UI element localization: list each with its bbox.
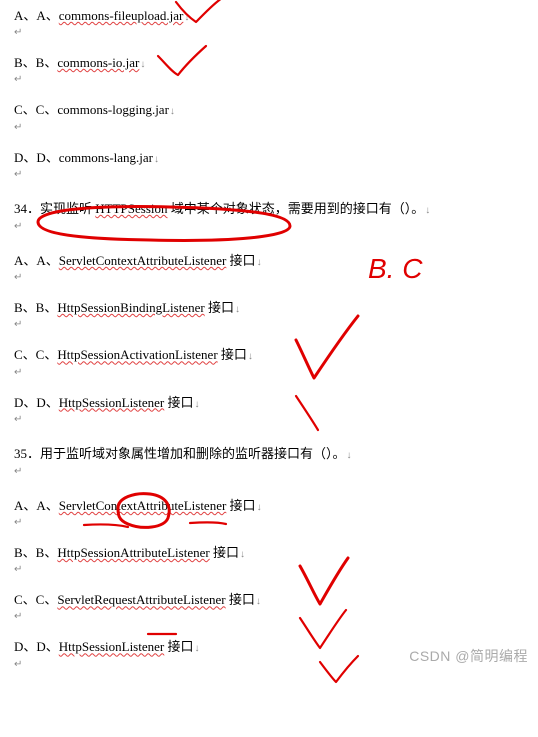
option-line: C、C、ServletRequestAttributeListener 接口↓ bbox=[14, 591, 538, 609]
return-mark: ↵ bbox=[14, 563, 538, 577]
option-prefix: C、C、 bbox=[14, 347, 57, 362]
question-number: 34． bbox=[14, 201, 40, 216]
down-arrow: ↓ bbox=[256, 596, 261, 607]
option-prefix: D、D、 bbox=[14, 395, 59, 410]
option-suffix: 接口 bbox=[164, 395, 193, 410]
return-mark: ↵ bbox=[14, 413, 538, 427]
return-mark: ↵ bbox=[14, 516, 538, 530]
option-link: ServletContextAttributeListener bbox=[59, 253, 227, 268]
option-prefix: B、B、 bbox=[14, 55, 57, 70]
return-mark: ↵ bbox=[14, 220, 538, 234]
down-arrow: ↓ bbox=[170, 106, 175, 117]
option-link: HttpSessionListener bbox=[59, 395, 164, 410]
option-prefix: C、C、 bbox=[14, 592, 57, 607]
question-keyword: HTTPSession bbox=[95, 201, 167, 216]
return-mark: ↵ bbox=[14, 271, 538, 285]
option-suffix: 接口 bbox=[164, 639, 193, 654]
option-line: C、C、commons-logging.jar↓ bbox=[14, 101, 538, 119]
return-mark: ↵ bbox=[14, 26, 538, 40]
return-mark: ↵ bbox=[14, 73, 538, 87]
down-arrow: ↓ bbox=[240, 549, 245, 560]
question-35: 35．用于监听域对象属性增加和删除的监听器接口有（）。↓ bbox=[14, 445, 538, 463]
option-suffix: 接口 bbox=[226, 498, 255, 513]
question-text-pre: 实现监听 bbox=[40, 201, 95, 216]
option-text: commons-fileupload.jar bbox=[59, 8, 184, 23]
down-arrow: ↓ bbox=[248, 351, 253, 362]
option-prefix: D、D、 bbox=[14, 150, 59, 165]
option-prefix: A、A、 bbox=[14, 8, 59, 23]
question-text-post: 域中某个对象状态，需要用到的接口有（）。 bbox=[168, 201, 425, 216]
option-line: B、B、HttpSessionBindingListener 接口↓ bbox=[14, 299, 538, 317]
option-prefix: A、A、 bbox=[14, 253, 59, 268]
option-line: B、B、commons-io.jar↓ bbox=[14, 54, 538, 72]
return-mark: ↵ bbox=[14, 465, 538, 479]
option-text: commons-lang.jar bbox=[59, 150, 153, 165]
option-line: D、D、HttpSessionListener 接口↓ bbox=[14, 394, 538, 412]
down-arrow: ↓ bbox=[235, 304, 240, 315]
option-text: commons-io.jar bbox=[57, 55, 139, 70]
question-number: 35． bbox=[14, 446, 40, 461]
return-mark: ↵ bbox=[14, 318, 538, 332]
return-mark: ↵ bbox=[14, 168, 538, 182]
option-suffix: 接口 bbox=[226, 592, 255, 607]
down-arrow: ↓ bbox=[194, 399, 199, 410]
option-line: A、A、ServletContextAttributeListener 接口↓ bbox=[14, 252, 538, 270]
option-prefix: B、B、 bbox=[14, 300, 57, 315]
down-arrow: ↓ bbox=[140, 59, 145, 70]
option-link: HttpSessionBindingListener bbox=[57, 300, 204, 315]
option-prefix: B、B、 bbox=[14, 545, 57, 560]
option-suffix: 接口 bbox=[210, 545, 239, 560]
down-arrow: ↓ bbox=[257, 502, 262, 513]
down-arrow: ↓ bbox=[194, 643, 199, 654]
option-link: HttpSessionAttributeListener bbox=[57, 545, 209, 560]
return-mark: ↵ bbox=[14, 121, 538, 135]
down-arrow: ↓ bbox=[154, 154, 159, 165]
watermark: CSDN @简明编程 bbox=[409, 646, 528, 666]
return-mark: ↵ bbox=[14, 610, 538, 624]
option-suffix: 接口 bbox=[218, 347, 247, 362]
option-link: HttpSessionActivationListener bbox=[57, 347, 217, 362]
question-34: 34．实现监听 HTTPSession 域中某个对象状态，需要用到的接口有（）。… bbox=[14, 200, 538, 218]
option-link: ServletRequestAttributeListener bbox=[57, 592, 225, 607]
option-line: A、A、ServletContextAttributeListener 接口↓ bbox=[14, 497, 538, 515]
option-link: ServletContextAttributeListener bbox=[59, 498, 227, 513]
down-arrow: ↓ bbox=[257, 257, 262, 268]
down-arrow: ↓ bbox=[347, 450, 352, 461]
option-text: commons-logging.jar bbox=[57, 102, 169, 117]
option-line: B、B、HttpSessionAttributeListener 接口↓ bbox=[14, 544, 538, 562]
return-mark: ↵ bbox=[14, 366, 538, 380]
down-arrow: ↓ bbox=[425, 205, 430, 216]
option-line: C、C、HttpSessionActivationListener 接口↓ bbox=[14, 346, 538, 364]
option-prefix: A、A、 bbox=[14, 498, 59, 513]
option-line: D、D、commons-lang.jar↓ bbox=[14, 149, 538, 167]
document-content: A、A、commons-fileupload.jar↓ ↵ B、B、common… bbox=[0, 0, 538, 672]
option-link: HttpSessionListener bbox=[59, 639, 164, 654]
option-prefix: C、C、 bbox=[14, 102, 57, 117]
option-suffix: 接口 bbox=[226, 253, 255, 268]
down-arrow: ↓ bbox=[184, 12, 189, 23]
question-text: 用于监听域对象属性增加和删除的监听器接口有（）。 bbox=[40, 446, 346, 461]
option-line: A、A、commons-fileupload.jar↓ bbox=[14, 7, 538, 25]
option-prefix: D、D、 bbox=[14, 639, 59, 654]
option-suffix: 接口 bbox=[205, 300, 234, 315]
